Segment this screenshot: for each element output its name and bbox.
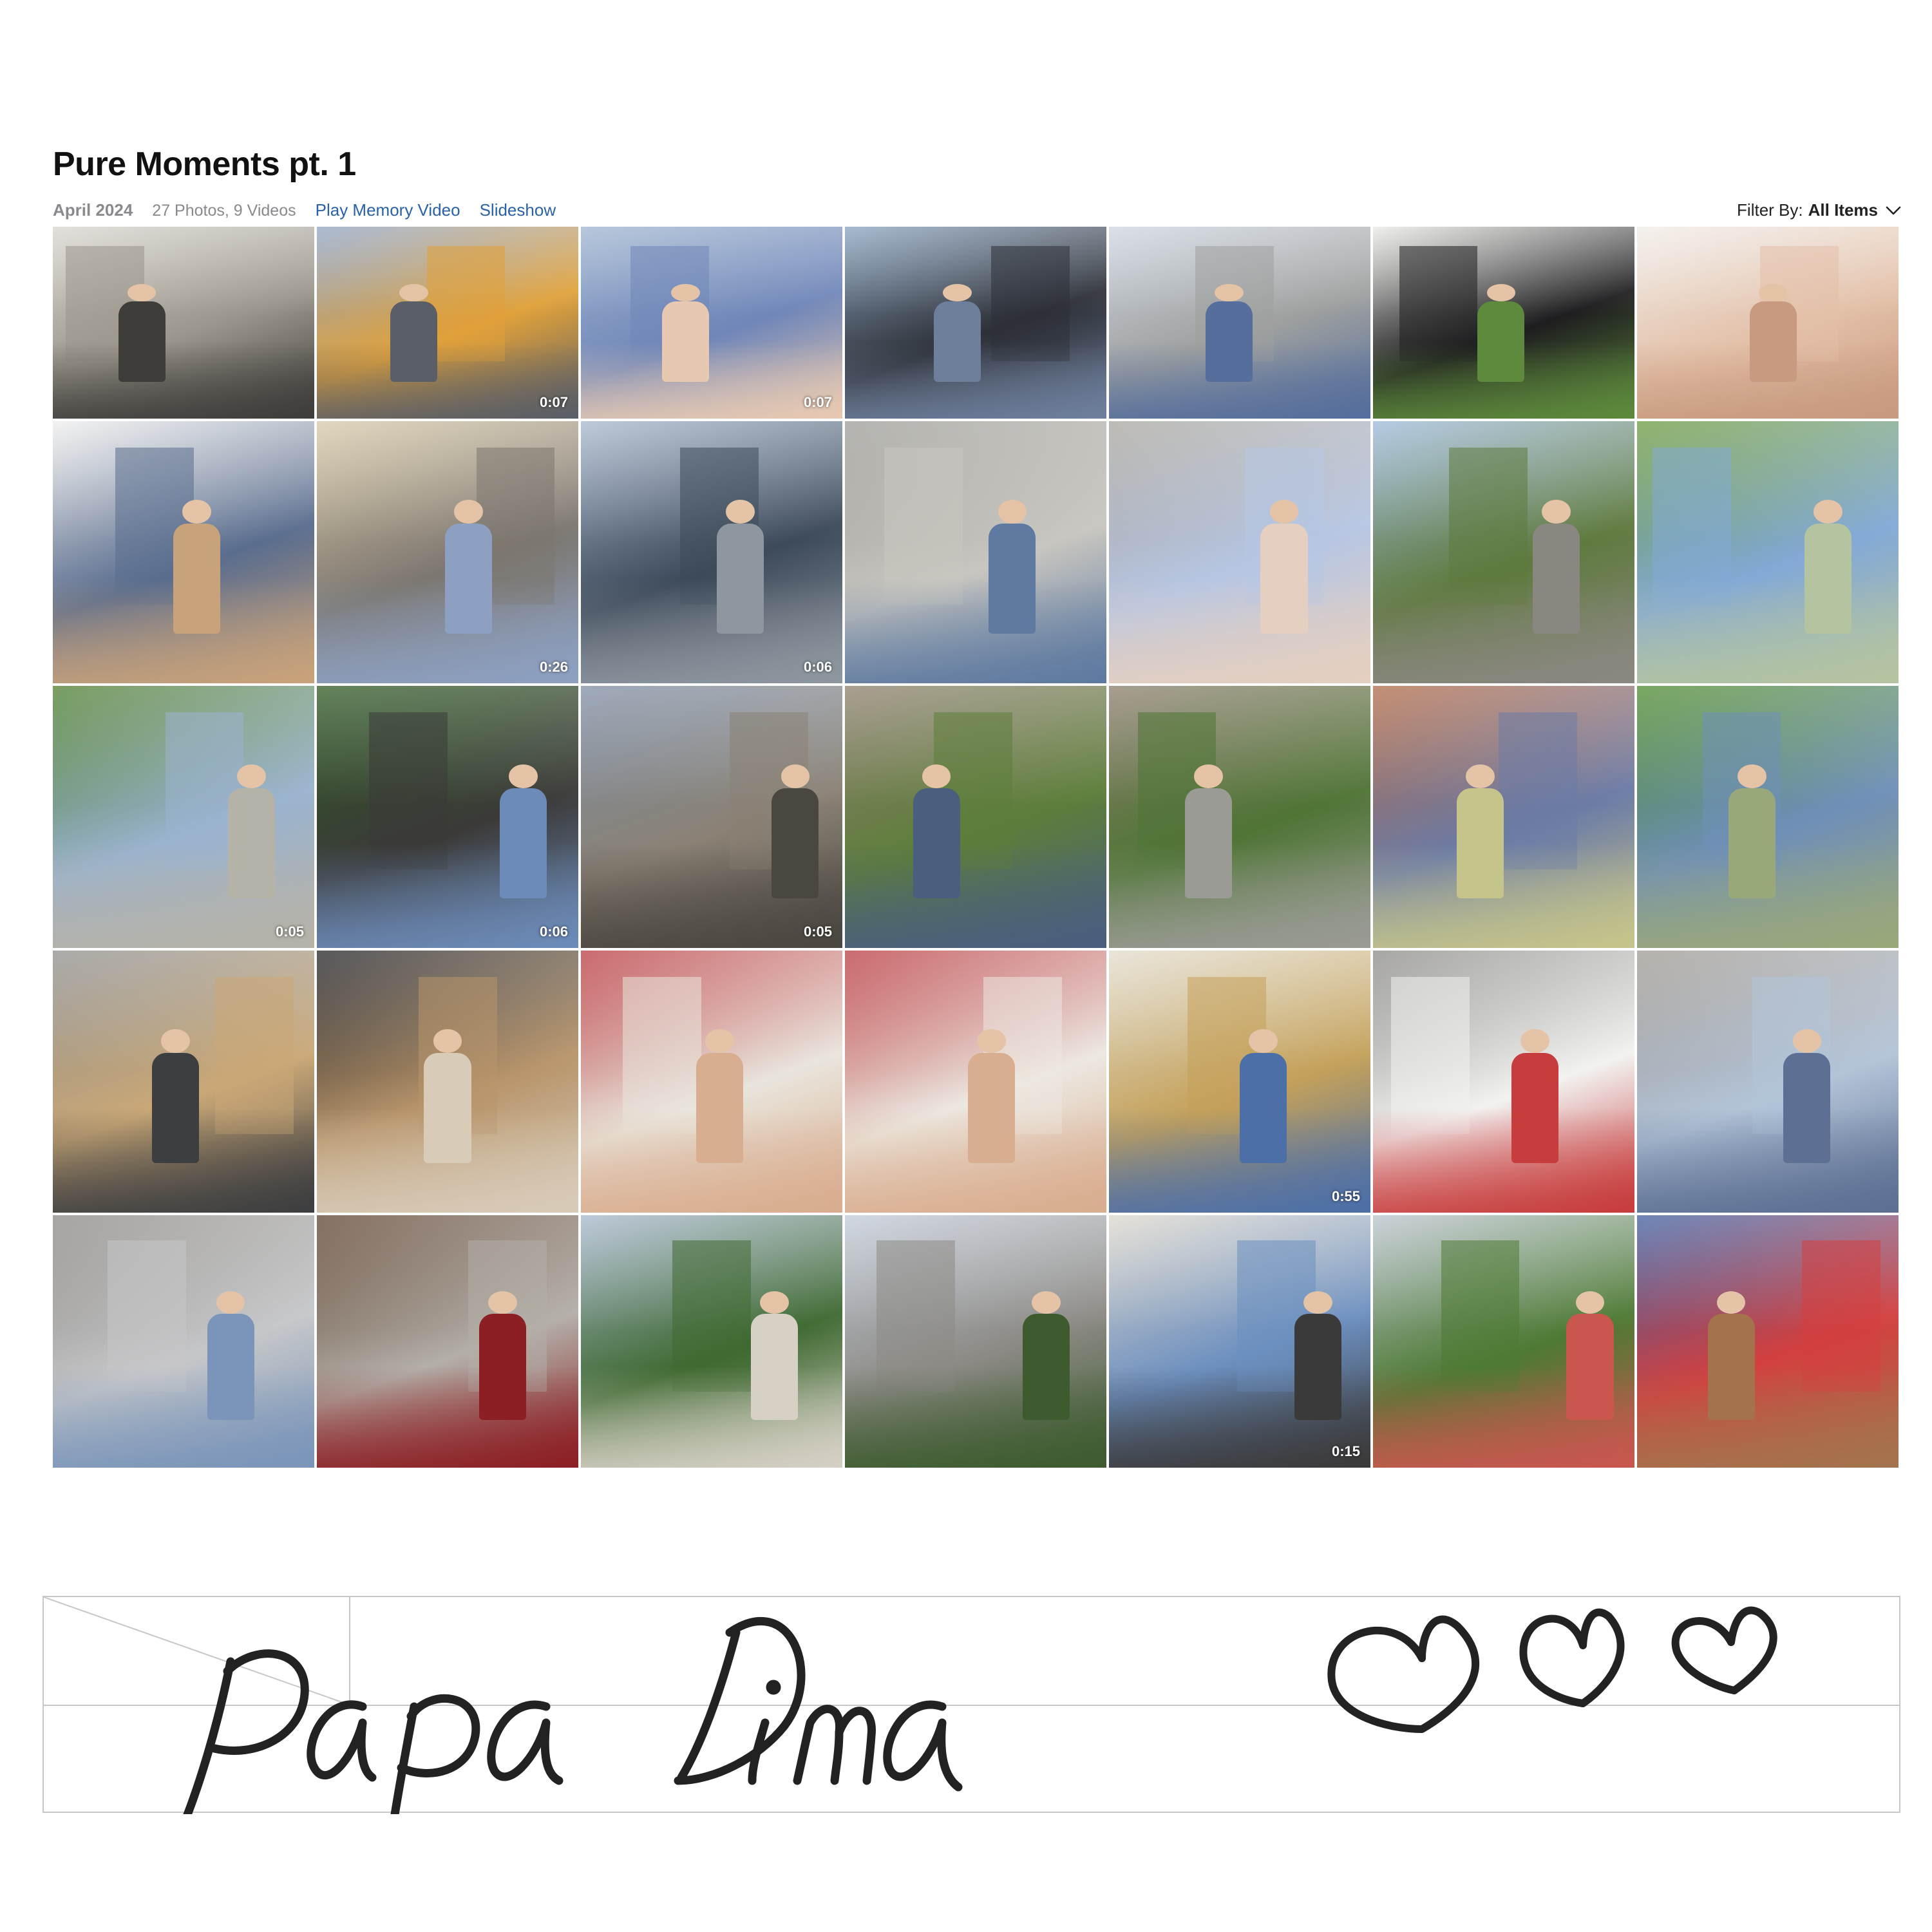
photo-thumbnail[interactable] xyxy=(1637,951,1899,1213)
thumbnail-image xyxy=(317,1215,578,1468)
thumbnail-image xyxy=(53,686,314,948)
video-duration: 0:06 xyxy=(539,923,568,940)
thumbnail-image xyxy=(1637,421,1899,683)
filter-dropdown[interactable]: Filter By: All Items xyxy=(1737,200,1901,220)
album-meta-row: April 2024 27 Photos, 9 Videos Play Memo… xyxy=(53,200,575,223)
play-memory-video-link[interactable]: Play Memory Video xyxy=(316,200,460,220)
thumbnail-image xyxy=(845,686,1106,948)
photo-thumbnail[interactable] xyxy=(53,951,314,1213)
video-thumbnail[interactable]: 0:06 xyxy=(581,421,842,683)
thumbnail-image xyxy=(1373,951,1634,1213)
photo-thumbnail[interactable] xyxy=(845,1215,1106,1468)
photo-thumbnail[interactable] xyxy=(1109,686,1370,948)
photo-thumbnail[interactable] xyxy=(1373,1215,1634,1468)
video-thumbnail[interactable]: 0:07 xyxy=(317,227,578,419)
video-duration: 0:07 xyxy=(803,394,832,410)
photo-thumbnail[interactable] xyxy=(845,686,1106,948)
thumbnail-image xyxy=(1109,686,1370,948)
photo-thumbnail[interactable] xyxy=(1373,951,1634,1213)
thumbnail-image xyxy=(581,951,842,1213)
thumbnail-image xyxy=(1637,951,1899,1213)
video-thumbnail[interactable]: 0:26 xyxy=(317,421,578,683)
photo-thumbnail[interactable] xyxy=(317,951,578,1213)
video-duration: 0:05 xyxy=(275,923,304,940)
thumbnail-image xyxy=(317,951,578,1213)
photo-thumbnail[interactable] xyxy=(317,1215,578,1468)
thumbnail-image xyxy=(1109,951,1370,1213)
thumbnail-image xyxy=(1109,421,1370,683)
thumbnail-image xyxy=(317,227,578,419)
heart-icon xyxy=(1327,1615,1480,1733)
video-thumbnail[interactable]: 0:05 xyxy=(53,686,314,948)
handwritten-signature xyxy=(183,1606,1777,1814)
photo-thumbnail[interactable] xyxy=(845,951,1106,1213)
thumbnail-image xyxy=(1637,227,1899,419)
photo-thumbnail[interactable] xyxy=(1637,686,1899,948)
thumbnail-image xyxy=(317,686,578,948)
thumbnail-image xyxy=(1373,227,1634,419)
thumbnail-image xyxy=(1373,686,1634,948)
video-duration: 0:15 xyxy=(1331,1443,1360,1459)
album-item-counts: 27 Photos, 9 Videos xyxy=(152,202,296,220)
video-thumbnail[interactable]: 0:15 xyxy=(1109,1215,1370,1468)
photo-thumbnail[interactable] xyxy=(1637,227,1899,419)
video-duration: 0:55 xyxy=(1331,1188,1360,1204)
heart-icon xyxy=(1671,1606,1777,1694)
filter-value: All Items xyxy=(1808,200,1878,220)
thumbnail-image xyxy=(1373,1215,1634,1468)
photo-thumbnail[interactable] xyxy=(581,1215,842,1468)
photo-thumbnail[interactable] xyxy=(1373,227,1634,419)
thumbnail-image xyxy=(845,951,1106,1213)
thumbnail-image xyxy=(845,1215,1106,1468)
photo-thumbnail[interactable] xyxy=(53,1215,314,1468)
thumbnail-image xyxy=(1109,1215,1370,1468)
photo-thumbnail[interactable] xyxy=(53,227,314,419)
album-title: Pure Moments pt. 1 xyxy=(53,146,356,183)
photo-thumbnail[interactable] xyxy=(1109,421,1370,683)
video-thumbnail[interactable]: 0:05 xyxy=(581,686,842,948)
filter-label: Filter By: xyxy=(1737,200,1803,220)
video-duration: 0:05 xyxy=(803,923,832,940)
photo-thumbnail[interactable] xyxy=(581,951,842,1213)
chevron-down-icon xyxy=(1886,206,1901,214)
thumbnail-image xyxy=(581,227,842,419)
photo-thumbnail[interactable] xyxy=(1109,227,1370,419)
album-header: Pure Moments pt. 1 April 2024 27 Photos,… xyxy=(53,145,1901,222)
photo-thumbnail[interactable] xyxy=(1637,421,1899,683)
note-card xyxy=(43,1596,1900,1814)
thumbnail-image xyxy=(581,1215,842,1468)
thumbnail-image xyxy=(53,421,314,683)
photo-thumbnail[interactable] xyxy=(1637,1215,1899,1468)
thumbnail-image xyxy=(53,951,314,1213)
slideshow-link[interactable]: Slideshow xyxy=(480,200,556,220)
photo-thumbnail[interactable] xyxy=(1373,421,1634,683)
thumbnail-image xyxy=(1637,1215,1899,1468)
album-date: April 2024 xyxy=(53,200,133,220)
thumbnail-image xyxy=(317,421,578,683)
photo-thumbnail[interactable] xyxy=(53,421,314,683)
photo-thumbnail[interactable] xyxy=(845,227,1106,419)
thumbnail-image xyxy=(53,227,314,419)
photo-thumbnail[interactable] xyxy=(845,421,1106,683)
photo-thumbnail[interactable] xyxy=(1373,686,1634,948)
video-duration: 0:26 xyxy=(539,659,568,675)
thumbnail-image xyxy=(845,227,1106,419)
thumbnail-image xyxy=(581,686,842,948)
video-thumbnail[interactable]: 0:06 xyxy=(317,686,578,948)
thumbnail-image xyxy=(845,421,1106,683)
video-thumbnail[interactable]: 0:07 xyxy=(581,227,842,419)
thumbnail-image xyxy=(1373,421,1634,683)
video-duration: 0:07 xyxy=(539,394,568,410)
thumbnail-image xyxy=(53,1215,314,1468)
video-thumbnail[interactable]: 0:55 xyxy=(1109,951,1370,1213)
thumbnail-image xyxy=(1109,227,1370,419)
thumbnail-image xyxy=(1637,686,1899,948)
photo-grid: 0:07 0:07 0:26 0:06 0:05 0:06 0:05 0:55 0:15 xyxy=(53,227,1901,1468)
video-duration: 0:06 xyxy=(803,659,832,675)
thumbnail-image xyxy=(581,421,842,683)
heart-icon xyxy=(1519,1608,1625,1707)
